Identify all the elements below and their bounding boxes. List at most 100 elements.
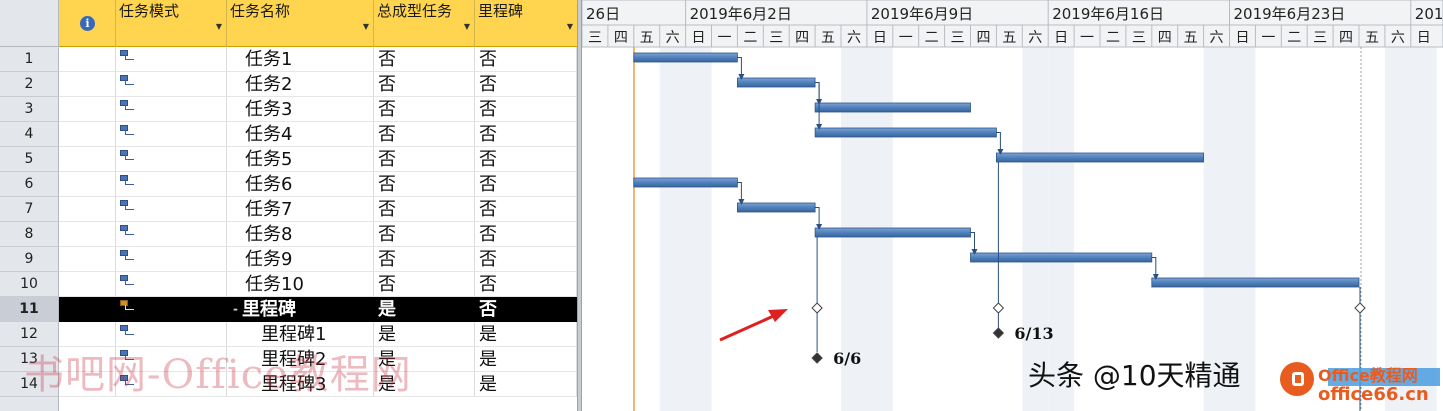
summary-filter-dropdown-icon[interactable]: ▼ [464,18,470,35]
task-row[interactable]: 11 - 里程碑 是 否 [0,297,577,322]
task-mode-cell[interactable] [116,297,227,322]
row-number[interactable]: 4 [0,122,59,147]
milestone-value-cell[interactable]: 否 [475,222,577,247]
row-number[interactable]: 6 [0,172,59,197]
summary-value-cell[interactable]: 否 [374,172,475,197]
task-mode-cell[interactable] [116,372,227,397]
task-mode-cell[interactable] [116,147,227,172]
task-name-cell[interactable]: 任务3 [227,97,374,122]
indicator-cell[interactable] [59,322,116,347]
row-number[interactable]: 3 [0,97,59,122]
summary-value-cell[interactable]: 否 [374,72,475,97]
task-mode-cell[interactable] [116,272,227,297]
indicator-cell[interactable] [59,97,116,122]
summary-value-cell[interactable]: 否 [374,222,475,247]
row-number[interactable]: 1 [0,47,59,72]
task-name-cell[interactable]: 任务1 [227,47,374,72]
task-row[interactable]: 14 里程碑3 是 是 [0,372,577,397]
task-name-cell[interactable]: - 里程碑 [227,297,374,322]
task-name-cell[interactable]: 任务9 [227,247,374,272]
milestone-value-cell[interactable]: 否 [475,72,577,97]
milestone-value-cell[interactable]: 否 [475,47,577,72]
empty-row[interactable] [0,397,577,411]
summary-value-cell[interactable]: 否 [374,97,475,122]
row-number[interactable]: 14 [0,372,59,397]
indicator-cell[interactable] [59,347,116,372]
milestone-value-cell[interactable]: 是 [475,372,577,397]
select-all-corner[interactable] [0,0,59,47]
task-name-cell[interactable]: 任务6 [227,172,374,197]
row-number[interactable]: 12 [0,322,59,347]
task-mode-column-header[interactable]: 任务模式 ▼ [116,0,227,47]
milestone-value-cell[interactable]: 否 [475,172,577,197]
task-mode-cell[interactable] [116,122,227,147]
milestone-value-cell[interactable]: 是 [475,322,577,347]
indicator-column-header[interactable]: i [59,0,116,47]
task-name-cell[interactable]: 任务10 [227,272,374,297]
row-number[interactable]: 5 [0,147,59,172]
collapse-toggle-icon[interactable]: - [233,297,238,321]
row-number[interactable]: 11 [0,297,59,322]
indicator-cell[interactable] [59,147,116,172]
task-row[interactable]: 7 任务7 否 否 [0,197,577,222]
indicator-cell[interactable] [59,122,116,147]
indicator-cell[interactable] [59,172,116,197]
task-row[interactable]: 4 任务4 否 否 [0,122,577,147]
task-name-cell[interactable]: 任务2 [227,72,374,97]
indicator-cell[interactable] [59,47,116,72]
milestone-value-cell[interactable]: 否 [475,197,577,222]
task-name-cell[interactable]: 任务5 [227,147,374,172]
summary-value-cell[interactable]: 是 [374,347,475,372]
row-number[interactable]: 9 [0,247,59,272]
indicator-cell[interactable] [59,272,116,297]
row-number[interactable]: 2 [0,72,59,97]
milestone-value-cell[interactable]: 否 [475,272,577,297]
task-row[interactable]: 10 任务10 否 否 [0,272,577,297]
indicator-cell[interactable] [59,297,116,322]
task-row[interactable]: 8 任务8 否 否 [0,222,577,247]
task-row[interactable]: 6 任务6 否 否 [0,172,577,197]
task-name-cell[interactable]: 任务8 [227,222,374,247]
task-name-cell[interactable]: 里程碑2 [227,347,374,372]
task-row[interactable]: 3 任务3 否 否 [0,97,577,122]
task-mode-cell[interactable] [116,47,227,72]
task-mode-cell[interactable] [116,247,227,272]
milestone-value-cell[interactable]: 否 [475,122,577,147]
indicator-cell[interactable] [59,222,116,247]
summary-value-cell[interactable]: 否 [374,247,475,272]
row-number[interactable]: 8 [0,222,59,247]
task-name-cell[interactable]: 里程碑3 [227,372,374,397]
task-row[interactable]: 12 里程碑1 是 是 [0,322,577,347]
task-row[interactable]: 13 里程碑2 是 是 [0,347,577,372]
milestone-value-cell[interactable]: 是 [475,347,577,372]
task-row[interactable]: 1 任务1 否 否 [0,47,577,72]
task-row[interactable]: 5 任务5 否 否 [0,147,577,172]
row-number[interactable]: 7 [0,197,59,222]
milestone-value-cell[interactable]: 否 [475,297,577,322]
milestone-value-cell[interactable]: 否 [475,97,577,122]
task-mode-cell[interactable] [116,72,227,97]
task-mode-cell[interactable] [116,322,227,347]
milestone-filter-dropdown-icon[interactable]: ▼ [567,18,573,35]
task-row[interactable]: 9 任务9 否 否 [0,247,577,272]
row-number[interactable]: 13 [0,347,59,372]
row-number[interactable]: 10 [0,272,59,297]
task-mode-cell[interactable] [116,197,227,222]
task-name-cell[interactable]: 任务7 [227,197,374,222]
task-mode-filter-dropdown-icon[interactable]: ▼ [216,18,222,35]
row-number-empty[interactable] [0,397,59,411]
task-mode-cell[interactable] [116,222,227,247]
summary-value-cell[interactable]: 否 [374,47,475,72]
task-name-cell[interactable]: 里程碑1 [227,322,374,347]
milestone-value-cell[interactable]: 否 [475,247,577,272]
summary-value-cell[interactable]: 否 [374,147,475,172]
indicator-cell[interactable] [59,247,116,272]
summary-value-cell[interactable]: 否 [374,122,475,147]
task-name-filter-dropdown-icon[interactable]: ▼ [363,18,369,35]
task-mode-cell[interactable] [116,97,227,122]
task-mode-cell[interactable] [116,347,227,372]
indicator-cell[interactable] [59,372,116,397]
task-row[interactable]: 2 任务2 否 否 [0,72,577,97]
milestone-column-header[interactable]: 里程碑 ▼ [475,0,577,47]
task-name-column-header[interactable]: 任务名称 ▼ [227,0,374,47]
